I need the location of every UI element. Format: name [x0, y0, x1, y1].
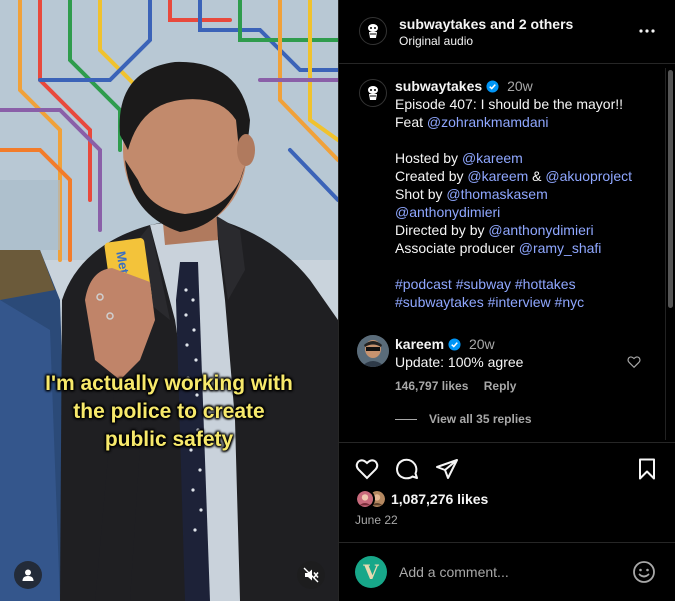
scrollbar-thumb[interactable]	[668, 70, 673, 308]
post-actions: 1,087,276 likes June 22	[339, 442, 675, 542]
likes-summary[interactable]: 1,087,276 likes	[355, 489, 488, 509]
likes-count[interactable]: 1,087,276 likes	[391, 491, 488, 507]
share-button[interactable]	[435, 457, 459, 486]
reply-button[interactable]: Reply	[484, 379, 517, 393]
caption-link[interactable]: @kareem	[462, 150, 523, 166]
post-header: subwaytakes and 2 others Original audio	[339, 0, 675, 64]
caption-line: #podcast #subway #hottakes	[395, 275, 655, 293]
view-replies-button[interactable]: View all 35 replies	[395, 412, 532, 426]
author-username[interactable]: subwaytakes	[399, 16, 486, 32]
commenter-avatar[interactable]	[357, 335, 389, 367]
caption-line: Feat @zohrankmamdani	[395, 113, 655, 131]
bookmark-icon	[639, 458, 655, 480]
tagged-users-button[interactable]	[14, 561, 42, 589]
subwaytakes-logo-icon	[368, 24, 378, 38]
caption-link[interactable]: #podcast	[395, 276, 452, 292]
comment-meta: 146,797 likes Reply	[395, 379, 516, 393]
caption-text-segment: Feat	[395, 114, 427, 130]
heart-icon	[627, 356, 641, 369]
caption-link[interactable]: @thomaskasem	[446, 186, 547, 202]
comments-scrollbar[interactable]	[665, 68, 673, 440]
caption-link[interactable]: @kareem	[467, 168, 528, 184]
caption-line	[395, 257, 655, 275]
caption-link[interactable]: @anthonydimieri	[488, 222, 593, 238]
caption-link[interactable]: @ramy_shafi	[519, 240, 602, 256]
caption-line: @anthonydimieri	[395, 203, 655, 221]
caption-line: #subwaytakes #interview #nyc	[395, 293, 655, 311]
audio-link[interactable]: Original audio	[399, 34, 473, 48]
reel-video[interactable]: Metro I'm actually working with the poli…	[0, 0, 338, 601]
user-tag-icon	[22, 569, 34, 581]
subtitle-line: the police to create	[73, 400, 265, 423]
caption-text-segment: Created by	[395, 168, 468, 184]
caption-link[interactable]: @zohrankmamdani	[427, 114, 549, 130]
subtitle-line: public safety	[104, 428, 234, 451]
comment-username[interactable]: kareem	[395, 336, 444, 352]
caption-link[interactable]: #subway	[456, 276, 511, 292]
comment-text: Update: 100% agree	[395, 354, 524, 370]
caption-link[interactable]: @akuoproject	[545, 168, 632, 184]
heart-icon	[355, 459, 379, 480]
mute-button[interactable]	[297, 561, 325, 589]
comments-list[interactable]: subwaytakes 20w Episode 407: I should be…	[339, 65, 675, 441]
verified-icon	[448, 338, 461, 351]
comment-button[interactable]	[395, 457, 419, 486]
author-avatar[interactable]	[359, 17, 387, 45]
current-user-avatar: V	[355, 556, 387, 588]
emoji-icon	[633, 561, 655, 583]
caption-time[interactable]: 20w	[507, 78, 533, 94]
caption-username[interactable]: subwaytakes	[395, 78, 482, 94]
caption-link[interactable]: #subwaytakes	[395, 294, 484, 310]
avatar-image	[357, 335, 389, 367]
more-options-button[interactable]	[638, 22, 656, 45]
mute-icon	[303, 567, 319, 583]
comment-body: kareem 20w Update: 100% agree	[395, 335, 635, 371]
caption-text-segment: Episode 407: I should be the mayor!!	[395, 96, 624, 112]
caption-text-segment: Directed by by	[395, 222, 489, 238]
emoji-button[interactable]	[632, 560, 656, 589]
post-caption: subwaytakes 20w Episode 407: I should be…	[395, 77, 655, 311]
caption-text: Episode 407: I should be the mayor!! Feat…	[395, 95, 655, 311]
save-button[interactable]	[635, 457, 659, 486]
coauthors-link[interactable]: and 2 others	[490, 16, 573, 32]
share-icon	[436, 459, 458, 479]
like-button[interactable]	[355, 457, 379, 486]
post-authors: subwaytakes and 2 others	[399, 16, 573, 32]
caption-line	[395, 131, 655, 149]
view-replies-label: View all 35 replies	[429, 412, 532, 426]
caption-line: Episode 407: I should be the mayor!!	[395, 95, 655, 113]
caption-avatar[interactable]	[359, 79, 387, 107]
caption-line: Associate producer @ramy_shafi	[395, 239, 655, 257]
caption-line: Hosted by @kareem	[395, 149, 655, 167]
caption-link[interactable]: #hottakes	[515, 276, 576, 292]
divider-dash	[395, 418, 417, 420]
post-panel: subwaytakes and 2 others Original audio …	[338, 0, 675, 601]
caption-line: Created by @kareem & @akuoproject	[395, 167, 655, 185]
caption-text-segment: Hosted by	[395, 150, 462, 166]
comment-icon	[396, 458, 418, 480]
caption-text-segment: &	[528, 168, 546, 184]
caption-line: Shot by @thomaskasem	[395, 185, 655, 203]
caption-link[interactable]: #interview	[488, 294, 551, 310]
comment-header: kareem 20w	[395, 335, 635, 353]
subtitle-line: I'm actually working with	[45, 372, 293, 395]
comment-likes[interactable]: 146,797 likes	[395, 379, 468, 393]
caption-text-segment: Associate producer	[395, 240, 519, 256]
comment-input[interactable]	[399, 561, 619, 583]
more-icon	[639, 29, 655, 33]
comment-time[interactable]: 20w	[469, 336, 495, 352]
caption-line: Directed by by @anthonydimieri	[395, 221, 655, 239]
caption-text-segment: Shot by	[395, 186, 447, 202]
like-comment-button[interactable]	[627, 355, 641, 374]
liker-avatar	[355, 489, 375, 509]
caption-link[interactable]: @anthonydimieri	[395, 204, 500, 220]
verified-icon	[486, 80, 499, 93]
post-date[interactable]: June 22	[355, 513, 398, 527]
caption-header: subwaytakes 20w	[395, 77, 655, 95]
subwaytakes-logo-icon	[368, 86, 378, 100]
caption-link[interactable]: #nyc	[555, 294, 585, 310]
add-comment-bar: V	[339, 542, 675, 601]
video-subtitle: I'm actually working with the police to …	[0, 370, 338, 454]
video-frame: Metro	[0, 0, 338, 601]
